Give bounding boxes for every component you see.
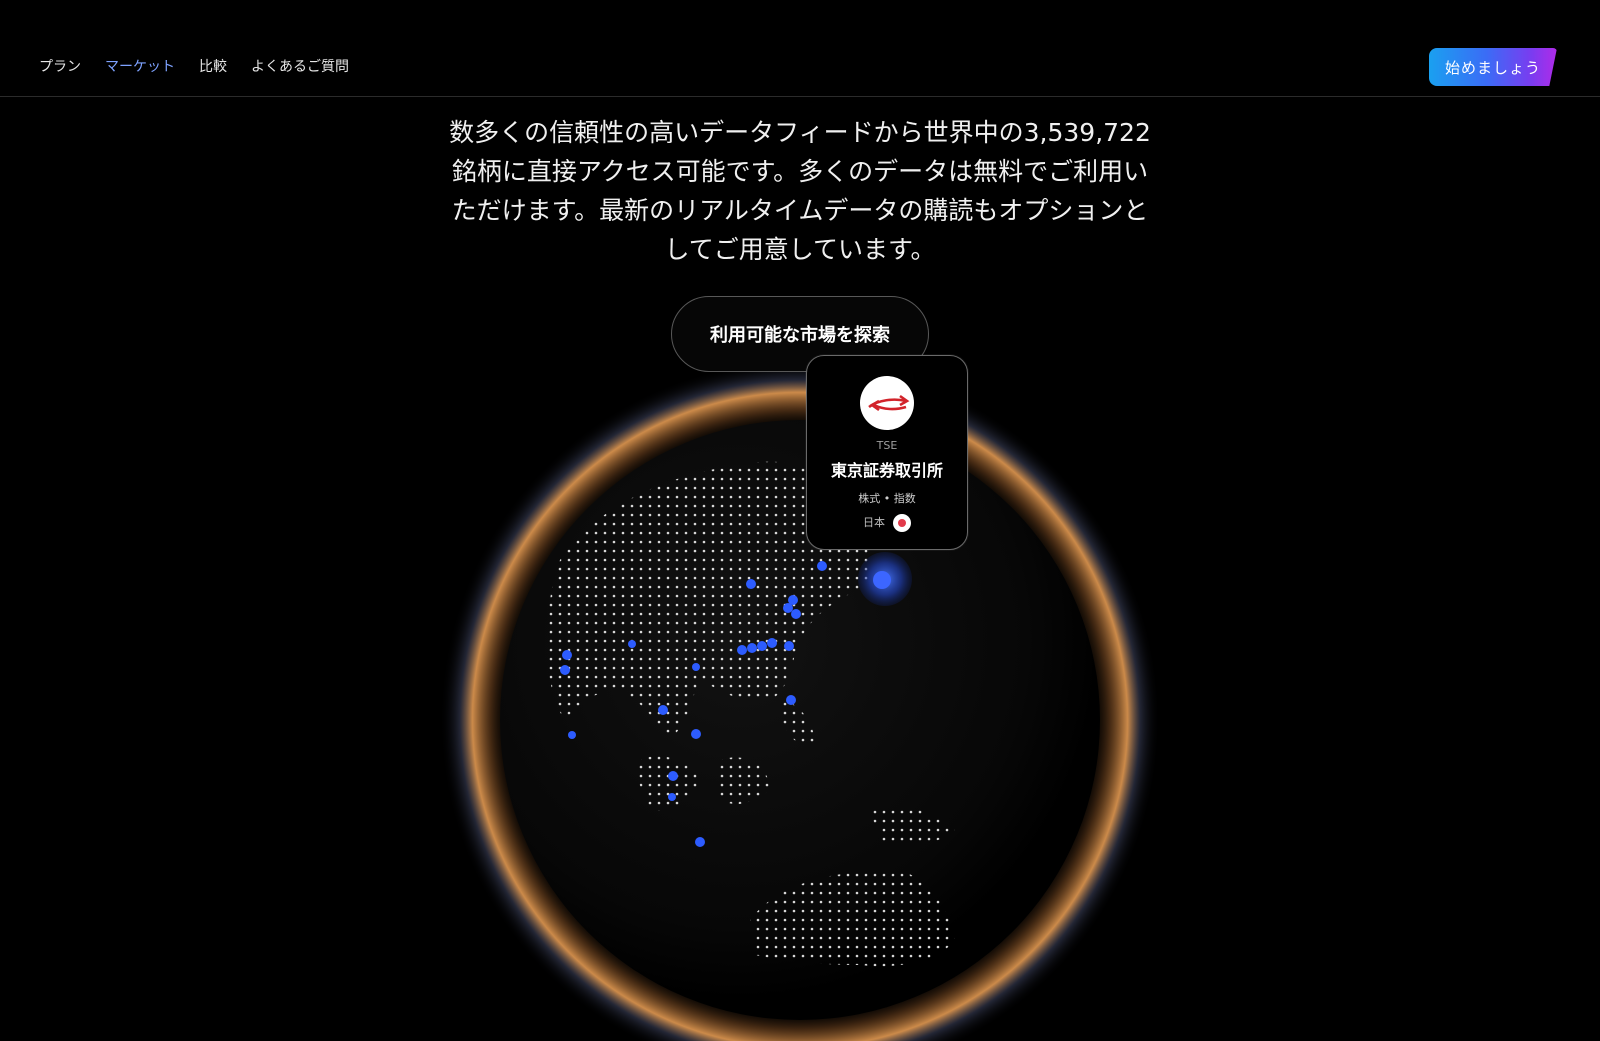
market-marker[interactable]: [757, 641, 767, 651]
market-marker[interactable]: [568, 731, 576, 739]
market-marker[interactable]: [747, 643, 757, 653]
market-marker[interactable]: [791, 609, 801, 619]
market-marker[interactable]: [786, 695, 796, 705]
nav-item-compare[interactable]: 比較: [199, 57, 227, 77]
nav-item-faq[interactable]: よくあるご質問: [251, 57, 349, 77]
japan-flag-icon: [893, 514, 911, 532]
page: プラン マーケット 比較 よくあるご質問 始めましょう 数多くの信頼性の高いデー…: [0, 0, 1600, 1041]
market-marker[interactable]: [817, 561, 827, 571]
market-marker[interactable]: [784, 641, 794, 651]
market-marker[interactable]: [628, 640, 636, 648]
exchange-country-row: 日本: [807, 514, 967, 532]
market-marker[interactable]: [767, 638, 777, 648]
market-marker[interactable]: [695, 837, 705, 847]
site-header: プラン マーケット 比較 よくあるご質問 始めましょう: [0, 0, 1600, 97]
market-marker[interactable]: [658, 705, 668, 715]
market-marker[interactable]: [691, 729, 701, 739]
hero-description-line: してご用意しています。: [664, 235, 936, 264]
hero-description-line: 銘柄に直接アクセス可能です。多くのデータは無料でご利用い: [451, 157, 1149, 186]
nav-item-markets[interactable]: マーケット: [105, 57, 175, 77]
get-started-button[interactable]: 始めましょう: [1429, 48, 1557, 86]
market-marker[interactable]: [692, 663, 700, 671]
exchange-country: 日本: [863, 516, 885, 529]
market-marker[interactable]: [668, 771, 678, 781]
exchange-name: 東京証券取引所: [830, 461, 943, 480]
market-marker[interactable]: [668, 793, 676, 801]
market-marker[interactable]: [560, 665, 570, 675]
main-nav: プラン マーケット 比較 よくあるご質問: [39, 57, 373, 77]
hero-description: 数多くの信頼性の高いデータフィードから世界中の3,539,722 銘柄に直接アク…: [400, 113, 1200, 269]
market-marker[interactable]: [746, 579, 756, 589]
market-marker[interactable]: [562, 650, 572, 660]
tse-logo-icon: [860, 376, 914, 430]
exchange-card[interactable]: TSE 東京証券取引所 株式 • 指数 日本: [806, 355, 968, 550]
tokyo-marker[interactable]: [873, 571, 891, 589]
exchange-code: TSE: [876, 439, 898, 452]
exchange-asset-types: 株式 • 指数: [858, 492, 916, 505]
nav-item-plans[interactable]: プラン: [39, 57, 81, 77]
hero-description-line: ただけます。最新のリアルタイムデータの購読もオプションと: [451, 196, 1149, 225]
market-marker[interactable]: [783, 603, 793, 613]
market-marker[interactable]: [737, 645, 747, 655]
hero-description-line: 数多くの信頼性の高いデータフィードから世界中の3,539,722: [449, 118, 1151, 147]
